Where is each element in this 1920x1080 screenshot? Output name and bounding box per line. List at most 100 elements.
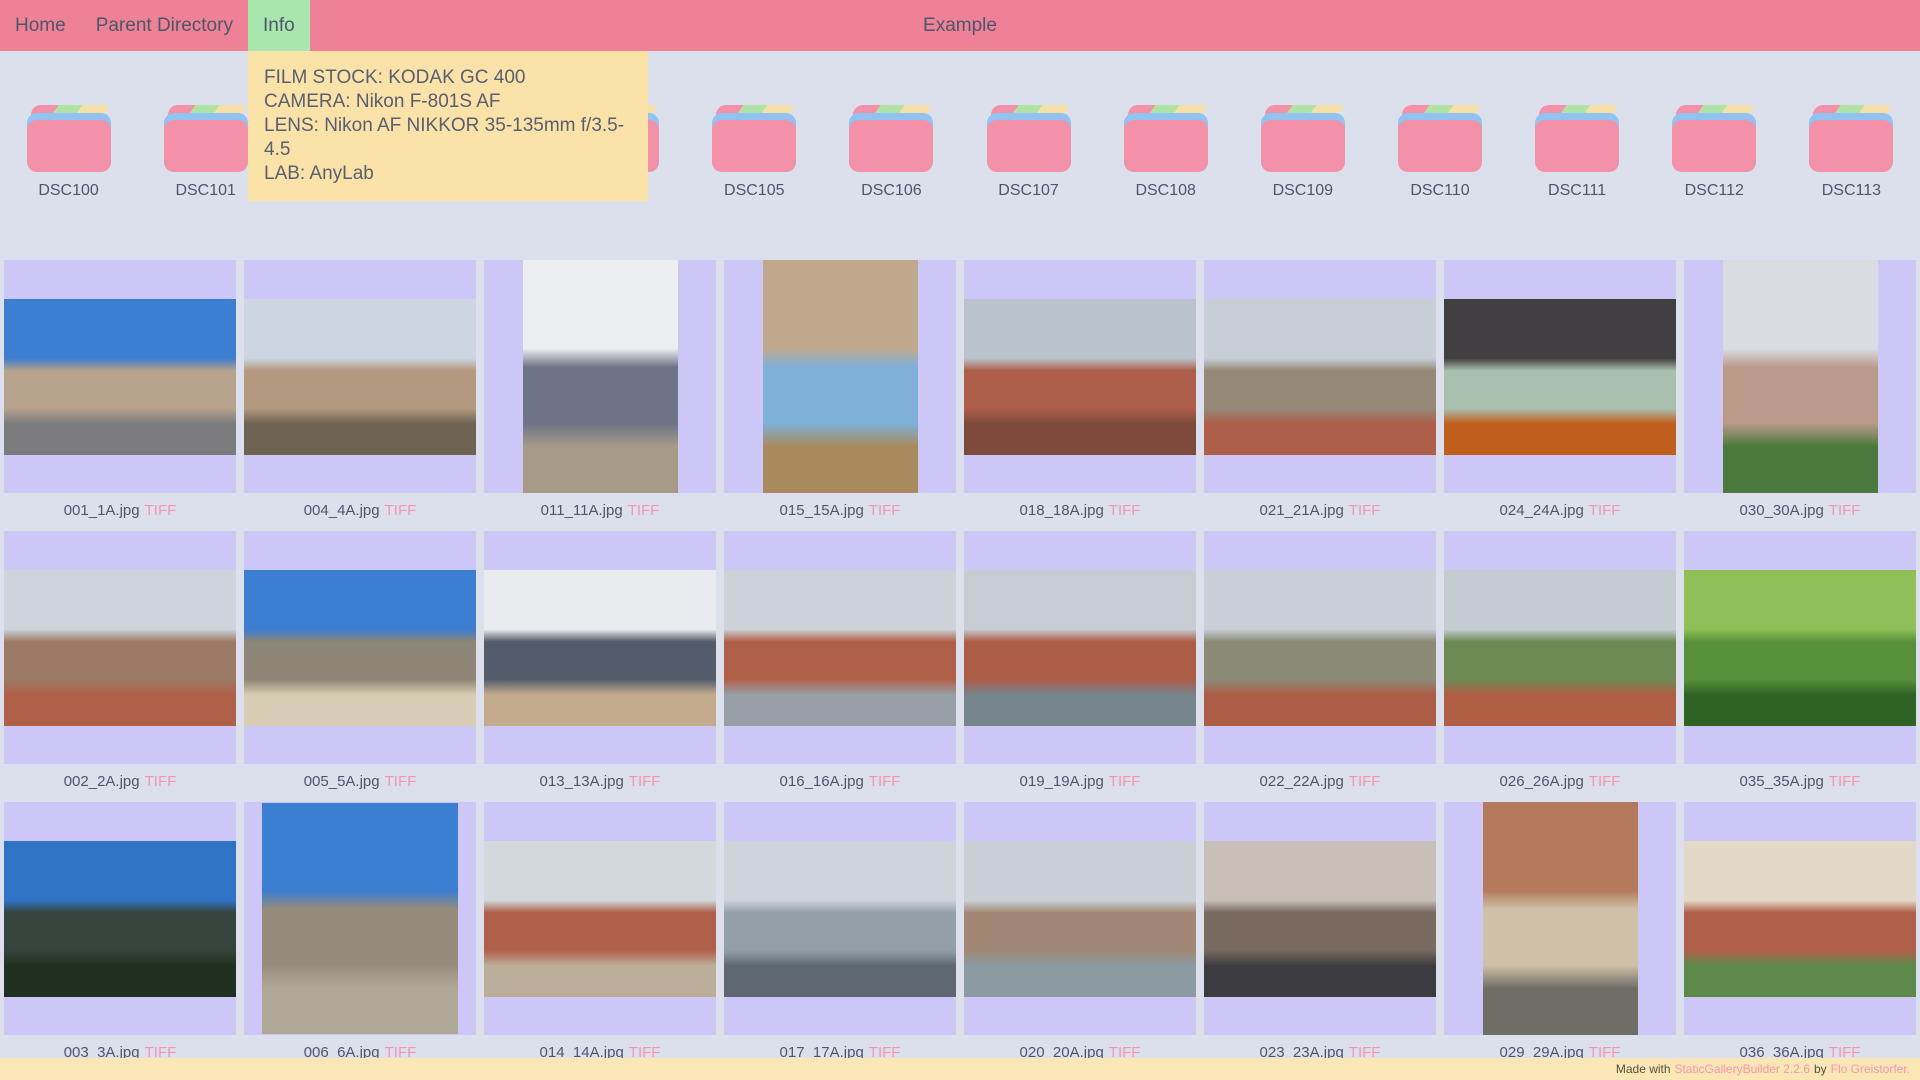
photo-thumbnail[interactable]	[1444, 569, 1676, 726]
photo-filename[interactable]: 018_18A.jpg	[1020, 502, 1104, 519]
nav-link-info[interactable]: Info	[247, 0, 310, 51]
thumbnail-panel[interactable]	[1204, 531, 1436, 764]
thumbnail-panel[interactable]	[244, 802, 476, 1035]
tiff-link[interactable]: TIFF	[1829, 502, 1861, 519]
tiff-link[interactable]: TIFF	[629, 773, 661, 790]
photo-filename[interactable]: 001_1A.jpg	[64, 502, 140, 519]
photo-thumbnail[interactable]	[484, 569, 716, 726]
thumbnail-panel[interactable]	[4, 802, 236, 1035]
thumbnail-panel[interactable]	[724, 802, 956, 1035]
photo-filename[interactable]: 019_19A.jpg	[1020, 773, 1104, 790]
thumbnail-panel[interactable]	[4, 531, 236, 764]
folder-item-dsc111[interactable]: DSC111	[1527, 105, 1627, 200]
thumbnail-panel[interactable]	[484, 802, 716, 1035]
thumbnail-panel[interactable]	[244, 531, 476, 764]
thumbnail-panel[interactable]	[1684, 802, 1916, 1035]
photo-filename[interactable]: 030_30A.jpg	[1740, 502, 1824, 519]
photo-thumbnail[interactable]	[1684, 840, 1916, 997]
photo-thumbnail[interactable]	[4, 298, 236, 455]
folder-item-dsc112[interactable]: DSC112	[1664, 105, 1764, 200]
thumbnail-panel[interactable]	[4, 260, 236, 493]
photo-thumbnail[interactable]	[964, 569, 1196, 726]
photo-thumbnail[interactable]	[1204, 569, 1436, 726]
photo-filename[interactable]: 004_4A.jpg	[304, 502, 380, 519]
thumbnail-panel[interactable]	[724, 531, 956, 764]
gallery-card: 023_23A.jpg TIFF	[1200, 802, 1440, 1061]
photo-filename[interactable]: 022_22A.jpg	[1260, 773, 1344, 790]
photo-thumbnail[interactable]	[262, 803, 458, 1034]
photo-filename[interactable]: 016_16A.jpg	[780, 773, 864, 790]
thumbnail-panel[interactable]	[1684, 531, 1916, 764]
photo-filename[interactable]: 002_2A.jpg	[64, 773, 140, 790]
thumbnail-panel[interactable]	[1204, 260, 1436, 493]
photo-thumbnail[interactable]	[1684, 569, 1916, 726]
folder-item-dsc113[interactable]: DSC113	[1801, 105, 1901, 200]
thumbnail-panel[interactable]	[1684, 260, 1916, 493]
photo-thumbnail[interactable]	[724, 840, 956, 997]
thumbnail-panel[interactable]	[244, 260, 476, 493]
nav-link-parent-directory[interactable]: Parent Directory	[81, 0, 248, 51]
photo-thumbnail[interactable]	[1722, 260, 1878, 493]
nav-link-home[interactable]: Home	[0, 0, 81, 51]
tiff-link[interactable]: TIFF	[1349, 773, 1381, 790]
folder-item-dsc107[interactable]: DSC107	[979, 105, 1079, 200]
photo-thumbnail[interactable]	[1482, 802, 1638, 1035]
tiff-link[interactable]: TIFF	[1589, 502, 1621, 519]
thumbnail-panel[interactable]	[964, 802, 1196, 1035]
folder-item-dsc106[interactable]: DSC106	[841, 105, 941, 200]
folder-item-dsc101[interactable]: DSC101	[156, 105, 256, 200]
photo-filename[interactable]: 011_11A.jpg	[541, 502, 623, 519]
tiff-link[interactable]: TIFF	[1829, 773, 1861, 790]
tiff-link[interactable]: TIFF	[385, 773, 417, 790]
thumbnail-panel[interactable]	[1204, 802, 1436, 1035]
photo-thumbnail[interactable]	[964, 840, 1196, 997]
photo-thumbnail[interactable]	[484, 840, 716, 997]
photo-filename[interactable]: 013_13A.jpg	[540, 773, 624, 790]
photo-filename[interactable]: 005_5A.jpg	[304, 773, 380, 790]
tiff-link[interactable]: TIFF	[628, 502, 660, 519]
gallery-card: 013_13A.jpg TIFF	[480, 531, 720, 790]
photo-thumbnail[interactable]	[522, 260, 678, 493]
folder-item-dsc105[interactable]: DSC105	[704, 105, 804, 200]
photo-thumbnail[interactable]	[1204, 840, 1436, 997]
photo-filename[interactable]: 021_21A.jpg	[1260, 502, 1344, 519]
photo-thumbnail[interactable]	[964, 298, 1196, 455]
photo-filename[interactable]: 026_26A.jpg	[1500, 773, 1584, 790]
thumbnail-panel[interactable]	[1444, 260, 1676, 493]
tiff-link[interactable]: TIFF	[1109, 502, 1141, 519]
folder-item-dsc110[interactable]: DSC110	[1390, 105, 1490, 200]
thumbnail-panel[interactable]	[964, 531, 1196, 764]
folder-item-dsc109[interactable]: DSC109	[1253, 105, 1353, 200]
footer-author-link[interactable]: Flo Greistorfer.	[1831, 1062, 1910, 1076]
tiff-link[interactable]: TIFF	[869, 773, 901, 790]
thumbnail-panel[interactable]	[484, 260, 716, 493]
footer-builder-link[interactable]: StaticGalleryBuilder 2.2.6	[1675, 1062, 1810, 1076]
photo-thumbnail[interactable]	[4, 569, 236, 726]
thumbnail-panel[interactable]	[1444, 531, 1676, 764]
thumbnail-panel[interactable]	[964, 260, 1196, 493]
folder-label: DSC100	[38, 182, 99, 199]
photo-filename[interactable]: 015_15A.jpg	[780, 502, 864, 519]
photo-filename[interactable]: 035_35A.jpg	[1740, 773, 1824, 790]
folder-item-dsc100[interactable]: DSC100	[19, 105, 119, 200]
thumbnail-panel[interactable]	[1444, 802, 1676, 1035]
thumbnail-panel[interactable]	[484, 531, 716, 764]
tiff-link[interactable]: TIFF	[1109, 773, 1141, 790]
thumbnail-panel[interactable]	[724, 260, 956, 493]
tiff-link[interactable]: TIFF	[385, 502, 417, 519]
tiff-link[interactable]: TIFF	[869, 502, 901, 519]
photo-thumbnail[interactable]	[244, 569, 476, 726]
photo-thumbnail[interactable]	[1204, 298, 1436, 455]
photo-thumbnail[interactable]	[1444, 298, 1676, 455]
tiff-link[interactable]: TIFF	[1349, 502, 1381, 519]
photo-thumbnail[interactable]	[724, 569, 956, 726]
tiff-link[interactable]: TIFF	[145, 502, 177, 519]
photo-filename[interactable]: 024_24A.jpg	[1500, 502, 1584, 519]
folder-icon	[986, 105, 1071, 172]
photo-thumbnail[interactable]	[244, 298, 476, 455]
tiff-link[interactable]: TIFF	[1589, 773, 1621, 790]
folder-item-dsc108[interactable]: DSC108	[1116, 105, 1216, 200]
tiff-link[interactable]: TIFF	[145, 773, 177, 790]
photo-thumbnail[interactable]	[762, 260, 918, 493]
photo-thumbnail[interactable]	[4, 840, 236, 997]
